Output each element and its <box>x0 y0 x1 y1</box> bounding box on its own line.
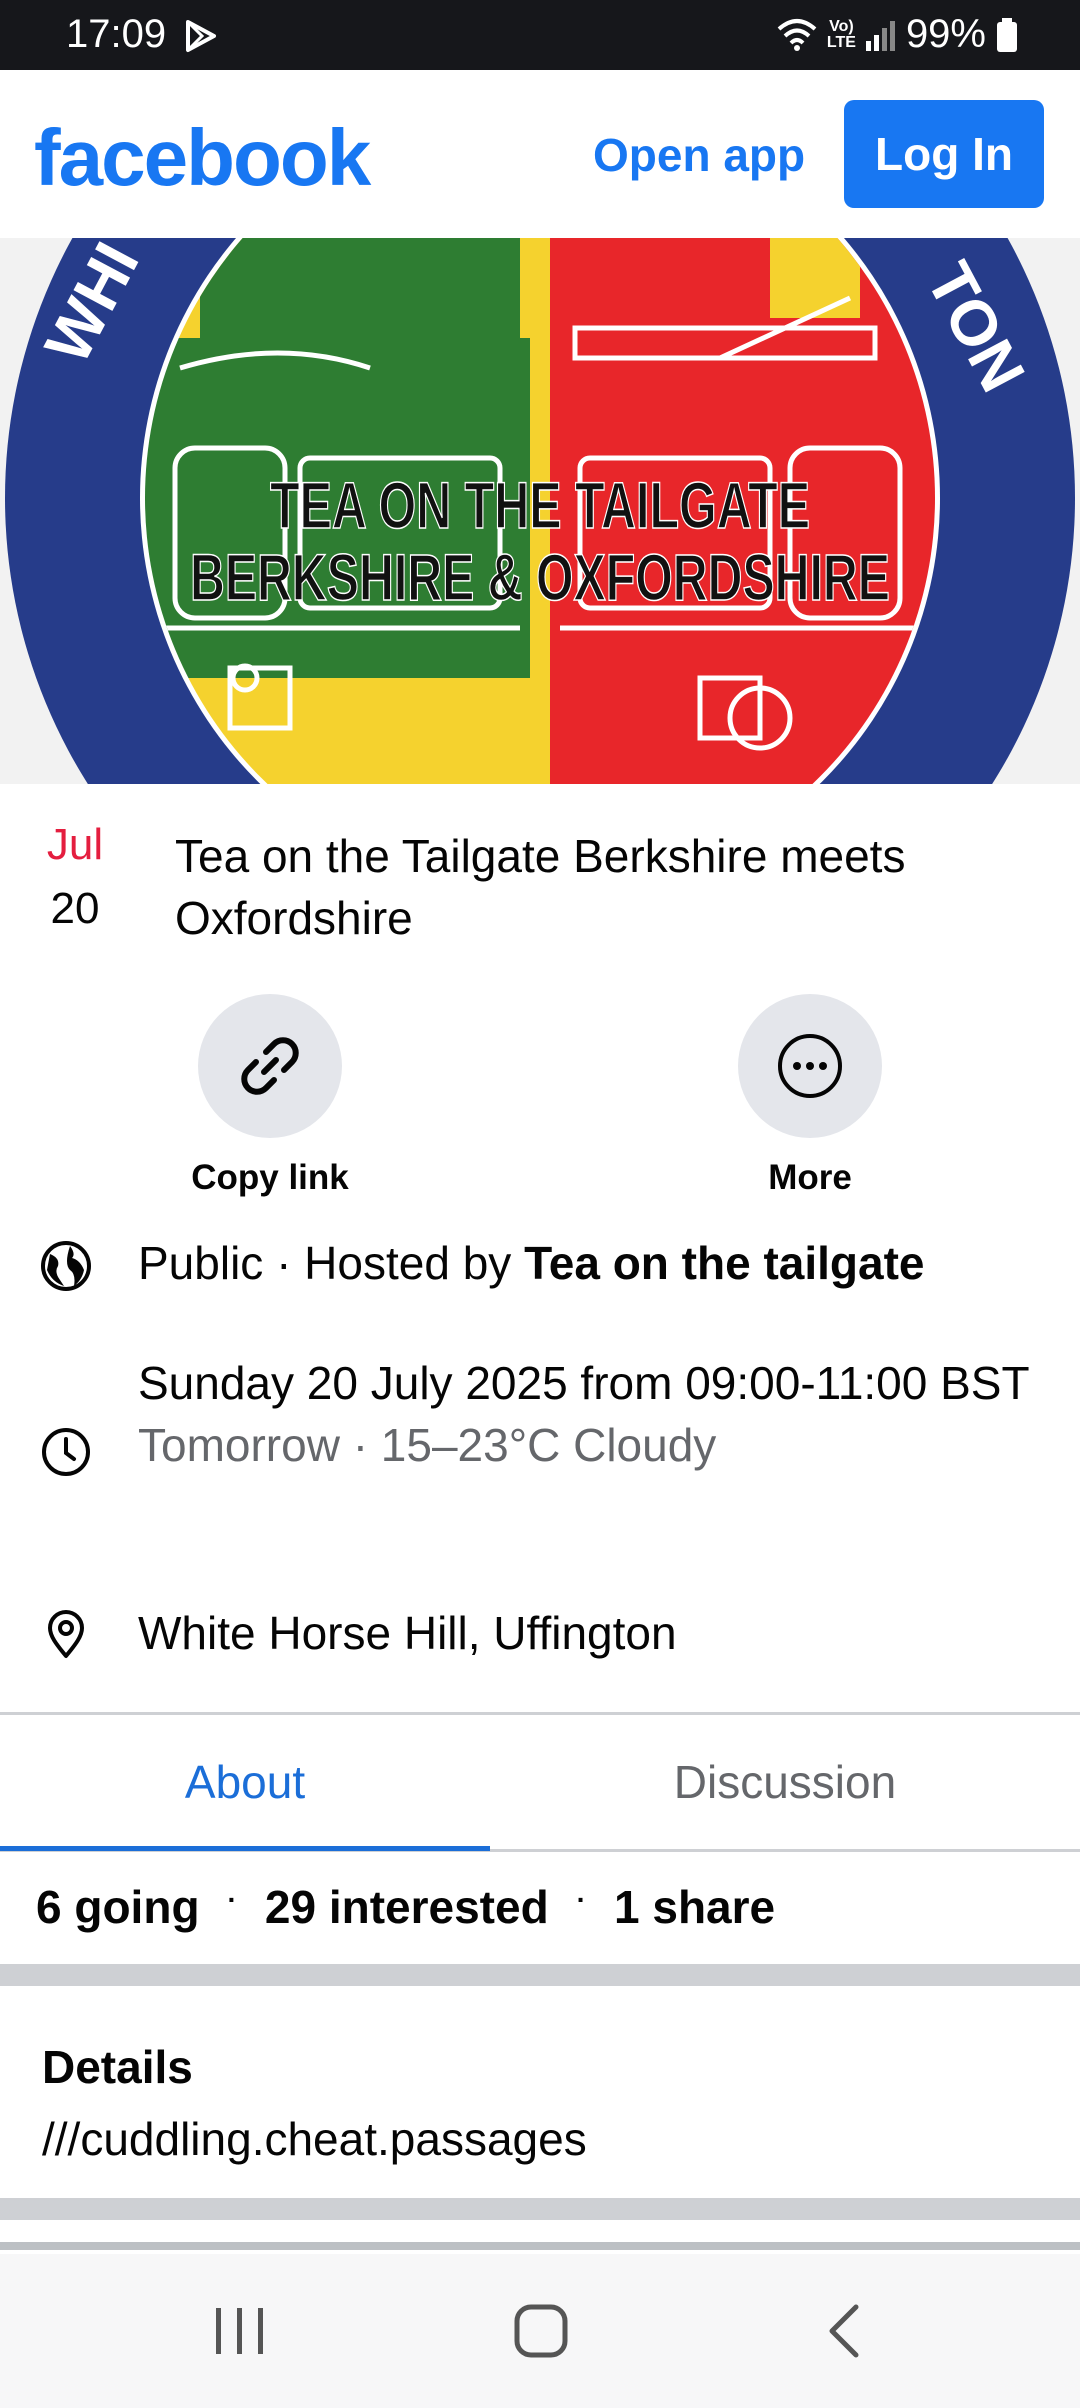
location-text[interactable]: White Horse Hill, Uffington <box>138 1602 1038 1664</box>
going-count[interactable]: 6 going <box>36 1881 200 1933</box>
weather-text: Tomorrow · 15–23°C Cloudy <box>138 1419 717 1471</box>
cover-title-line2: BERKSHIRE & OXFORDSHIRE <box>190 540 890 614</box>
top-header: facebook Open app Log In <box>0 70 1080 238</box>
copy-link-circle[interactable] <box>198 994 342 1138</box>
login-button[interactable]: Log In <box>844 100 1044 208</box>
more-circle[interactable] <box>738 994 882 1138</box>
more-button[interactable]: More <box>690 994 930 1198</box>
tab-discussion[interactable]: Discussion <box>540 1715 1030 1849</box>
copy-link-label: Copy link <box>191 1158 349 1197</box>
event-date: Jul 20 <box>36 820 114 934</box>
details-heading: Details <box>42 2041 193 2093</box>
event-day: 20 <box>50 884 100 933</box>
signal-icon <box>865 20 895 51</box>
location-pin-icon <box>48 1610 84 1658</box>
link-icon <box>241 1037 299 1095</box>
section-divider <box>0 2242 1080 2250</box>
status-bar: 17:09 Vo) LTE 99% <box>0 0 1080 70</box>
open-app-button[interactable]: Open app <box>593 128 805 182</box>
details-text: ///cuddling.cheat.passages <box>42 2113 587 2165</box>
event-title: Tea on the Tailgate Berkshire meets Oxfo… <box>175 830 906 944</box>
datetime-text: Sunday 20 July 2025 from 09:00-11:00 BST <box>138 1357 1030 1409</box>
status-right: Vo) LTE 99% <box>777 12 1018 57</box>
privacy-text: Public · Hosted by <box>138 1237 525 1289</box>
section-divider <box>0 1964 1080 1986</box>
interested-count[interactable]: 29 interested <box>265 1881 549 1933</box>
more-label: More <box>768 1158 852 1197</box>
facebook-logo[interactable]: facebook <box>34 112 371 204</box>
battery-icon <box>997 17 1017 52</box>
globe-icon <box>41 1241 91 1291</box>
system-nav-bar <box>0 2254 1080 2408</box>
tab-about[interactable]: About <box>0 1715 490 1851</box>
event-cover-image[interactable]: WHI TON TEA ON THE TAILGATE BERKSHIRE & … <box>0 238 1080 784</box>
separator-dot: · <box>576 1884 586 1915</box>
play-store-icon <box>186 20 216 52</box>
clock-icon <box>42 1428 90 1476</box>
privacy-host-row: Public · Hosted by Tea on the tailgate <box>138 1232 1038 1294</box>
battery-percent: 99% <box>905 12 986 56</box>
share-count[interactable]: 1 share <box>614 1881 775 1933</box>
datetime-row: Sunday 20 July 2025 from 09:00-11:00 BST… <box>138 1352 1038 1476</box>
section-divider <box>0 2198 1080 2220</box>
lte-label: Vo) LTE <box>826 17 856 51</box>
cover-title-line1: TEA ON THE TAILGATE <box>270 468 810 542</box>
more-icon <box>778 1034 842 1098</box>
event-month: Jul <box>46 820 104 869</box>
event-stats: 6 going · 29 interested · 1 share <box>36 1880 775 1934</box>
copy-link-button[interactable]: Copy link <box>150 994 390 1198</box>
cover-artwork: WHI TON TEA ON THE TAILGATE BERKSHIRE & … <box>0 238 1080 784</box>
host-link[interactable]: Tea on the tailgate <box>524 1237 924 1289</box>
home-icon[interactable] <box>512 2302 570 2360</box>
back-icon[interactable] <box>824 2302 864 2360</box>
separator-dot: · <box>227 1884 237 1915</box>
recent-apps-icon[interactable] <box>212 2304 268 2358</box>
wifi-icon <box>777 18 817 51</box>
event-tabs: About Discussion <box>0 1712 1080 1852</box>
status-time: 17:09 <box>66 12 167 56</box>
